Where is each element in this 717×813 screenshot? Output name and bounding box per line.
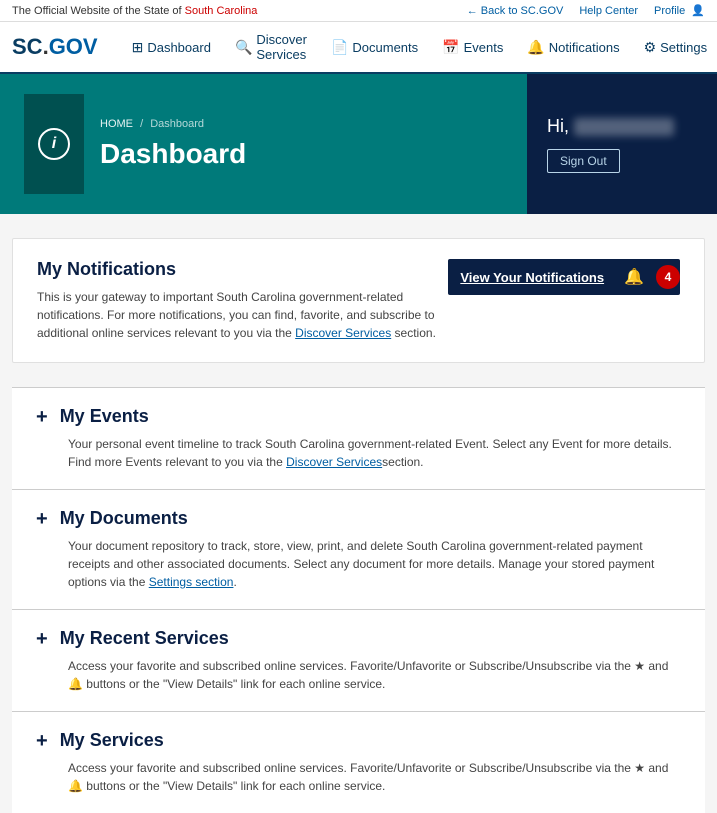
discover-icon: 🔍 [235, 39, 252, 56]
bell-icon: 🔔 [616, 259, 652, 295]
notifications-title: My Notifications [37, 259, 448, 280]
main-nav: SC.GOV ⊞ Dashboard 🔍 Discover Services 📄… [0, 22, 717, 74]
state-link[interactable]: South Carolina [185, 5, 258, 17]
nav-notifications[interactable]: 🔔 Notifications [517, 33, 629, 62]
discover-services-link[interactable]: Discover Services [295, 326, 391, 340]
nav-settings[interactable]: ⚙ Settings [634, 33, 717, 62]
profile-link[interactable]: Profile 👤 [654, 4, 705, 17]
documents-icon: 📄 [331, 39, 348, 56]
dashboard-icon: ⊞ [132, 39, 144, 56]
accordion-section-my-documents: + My Documents Your document repository to… [12, 489, 705, 609]
settings-icon: ⚙ [644, 39, 657, 56]
hero-strip: i [24, 94, 84, 194]
accordion-desc-my-services: Access your favorite and subscribed onli… [68, 759, 681, 795]
user-name-blurred [574, 118, 674, 136]
back-to-scgov-link[interactable]: ← Back to SC.GOV [467, 5, 564, 17]
expand-icon: + [36, 407, 48, 427]
site-logo[interactable]: SC.GOV [12, 34, 98, 60]
breadcrumb-home[interactable]: HOME [100, 118, 133, 130]
accordion-desc-my-events: Your personal event timeline to track So… [68, 435, 681, 471]
expand-icon: + [36, 509, 48, 529]
accordion-section-my-events: + My Events Your personal event timeline t… [12, 387, 705, 489]
accordion-header-my-recent-services[interactable]: + My Recent Services [36, 628, 681, 649]
accordion-link-my-events[interactable]: Discover Services [286, 455, 382, 469]
view-notifications-label: View Your Notifications [448, 270, 616, 285]
page-title: Dashboard [100, 138, 246, 170]
nav-links: ⊞ Dashboard 🔍 Discover Services 📄 Docume… [122, 26, 717, 68]
notifications-description: This is your gateway to important South … [37, 288, 448, 342]
accordion-section-my-recent-services: + My Recent Services Access your favorite … [12, 609, 705, 711]
nav-discover-services[interactable]: 🔍 Discover Services [225, 26, 317, 68]
notifications-content: My Notifications This is your gateway to… [37, 259, 448, 342]
hero-content: HOME / Dashboard Dashboard [84, 118, 246, 170]
nav-documents[interactable]: 📄 Documents [321, 33, 428, 62]
hero-section: i HOME / Dashboard Dashboard Hi, Sign Ou… [0, 74, 717, 214]
notification-badge: 4 [656, 265, 680, 289]
notifications-section: My Notifications This is your gateway to… [12, 238, 705, 363]
expand-icon: + [36, 731, 48, 751]
accordion-title-my-events: My Events [60, 406, 149, 427]
user-greeting: Hi, [547, 116, 674, 137]
accordion-title-my-documents: My Documents [60, 508, 188, 529]
breadcrumb: HOME / Dashboard [100, 118, 246, 130]
accordion-section-my-services: + My Services Access your favorite and sub… [12, 711, 705, 813]
top-bar: The Official Website of the State of Sou… [0, 0, 717, 22]
help-center-link[interactable]: Help Center [579, 5, 638, 17]
profile-icon: 👤 [691, 5, 705, 17]
hero-left: i HOME / Dashboard Dashboard [0, 74, 527, 214]
accordion-header-my-services[interactable]: + My Services [36, 730, 681, 751]
events-icon: 📅 [442, 39, 459, 56]
notifications-header: My Notifications This is your gateway to… [37, 259, 680, 342]
nav-events[interactable]: 📅 Events [432, 33, 513, 62]
accordion-desc-my-recent-services: Access your favorite and subscribed onli… [68, 657, 681, 693]
sign-out-button[interactable]: Sign Out [547, 149, 620, 173]
official-text: The Official Website of the State of Sou… [12, 5, 257, 17]
info-icon: i [38, 128, 70, 160]
accordion-header-my-events[interactable]: + My Events [36, 406, 681, 427]
accordion-container: + My Events Your personal event timeline t… [0, 387, 717, 813]
accordion-link-my-documents[interactable]: Settings section [149, 575, 234, 589]
nav-dashboard[interactable]: ⊞ Dashboard [122, 33, 221, 62]
accordion-header-my-documents[interactable]: + My Documents [36, 508, 681, 529]
view-notifications-button[interactable]: View Your Notifications 🔔 4 [448, 259, 680, 295]
notifications-icon: 🔔 [527, 39, 544, 56]
accordion-desc-my-documents: Your document repository to track, store… [68, 537, 681, 591]
accordion-title-my-services: My Services [60, 730, 164, 751]
hero-right: Hi, Sign Out [527, 74, 717, 214]
accordion-title-my-recent-services: My Recent Services [60, 628, 229, 649]
top-bar-right: ← Back to SC.GOV Help Center Profile 👤 [467, 4, 705, 17]
expand-icon: + [36, 629, 48, 649]
